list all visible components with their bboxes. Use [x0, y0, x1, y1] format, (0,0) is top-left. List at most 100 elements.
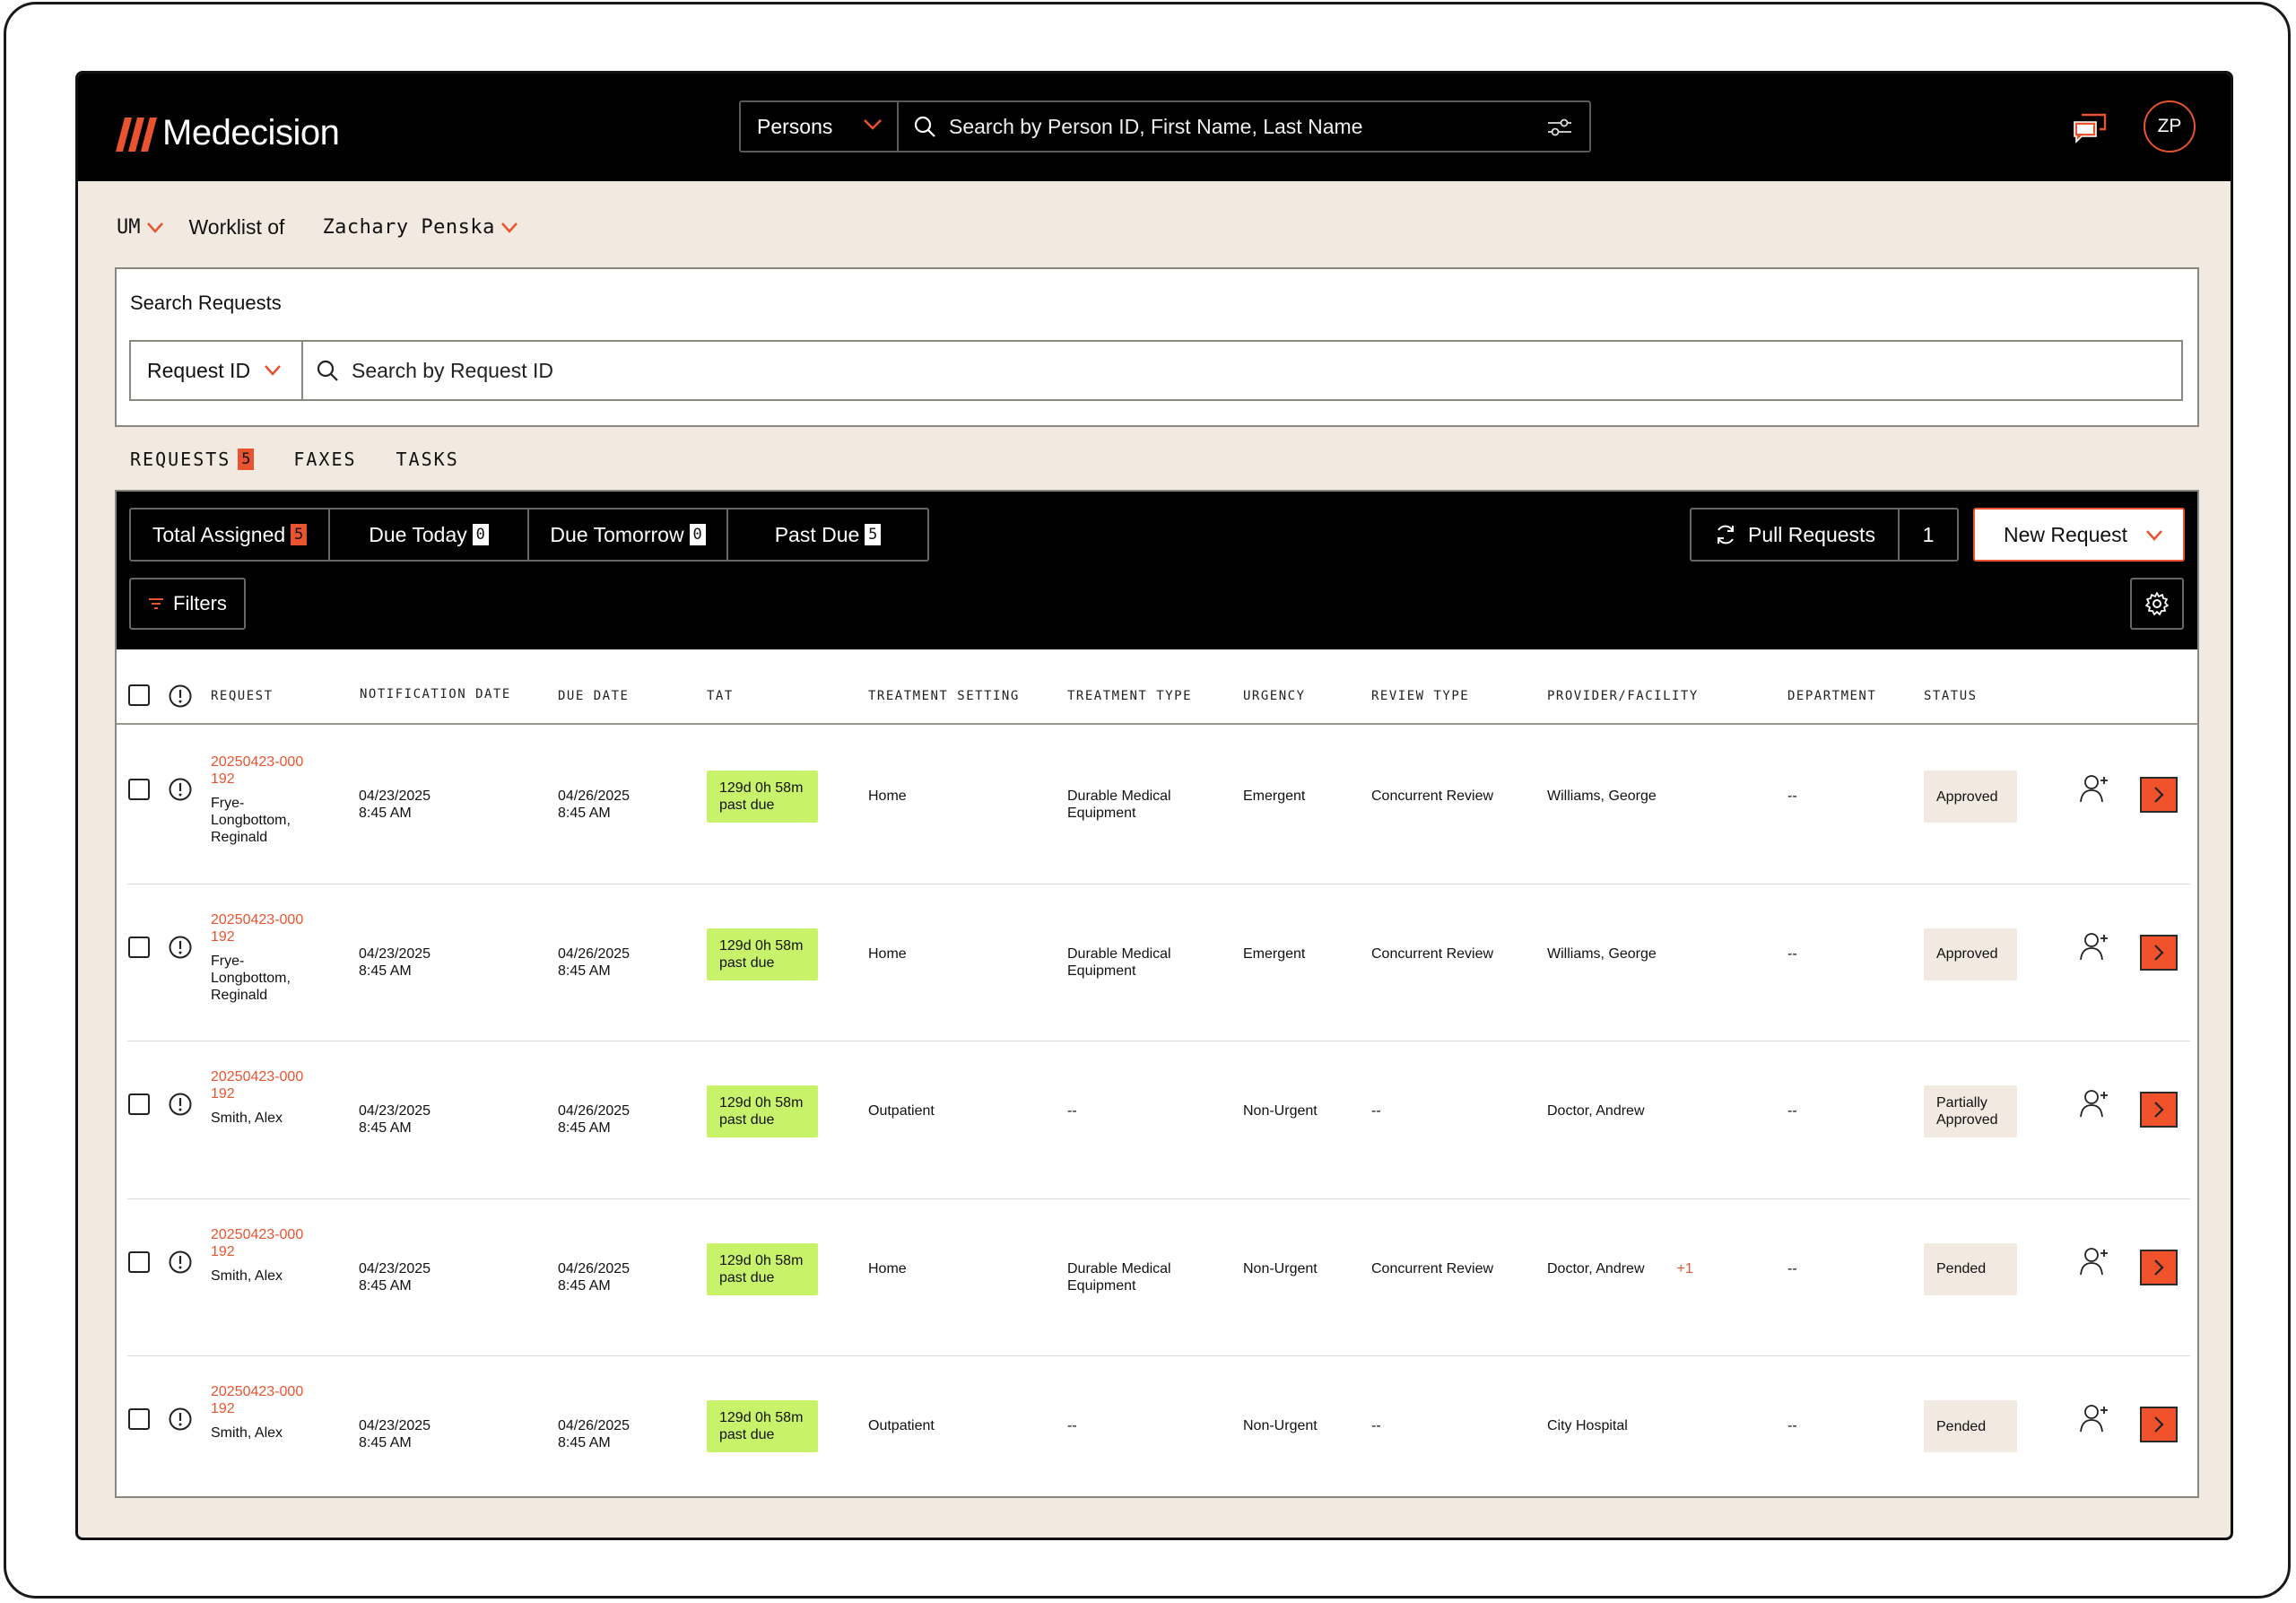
assign-user-button[interactable] — [2079, 1088, 2111, 1123]
column-header-request[interactable]: REQUEST — [211, 689, 274, 703]
member-name-line: Smith, Alex — [211, 1268, 283, 1284]
assign-user-button[interactable] — [2079, 1403, 2111, 1438]
member-name-line: Longbottom, — [211, 813, 291, 828]
filters-button[interactable]: Filters — [129, 578, 246, 630]
row-checkbox[interactable] — [128, 1250, 150, 1273]
notification-date: 04/23/2025 8:45 AM — [359, 1417, 430, 1451]
column-header-notification-date[interactable]: NOTIFICATION DATE — [360, 687, 511, 701]
tat-badge: 129d 0h 58m past due — [707, 928, 818, 980]
request-id-link[interactable]: 20250423-000 192 — [211, 1226, 303, 1260]
counter-label: Due Tomorrow — [550, 522, 684, 546]
column-header-department[interactable]: DEPARTMENT — [1787, 689, 1876, 703]
table-row[interactable]: 20250423-000 192 Smith, Alex 04/23/2025 8:… — [117, 1356, 2197, 1496]
request-id-part: 192 — [211, 1243, 235, 1259]
row-checkbox[interactable] — [128, 936, 150, 958]
column-header-tat[interactable]: TAT — [707, 689, 734, 703]
open-request-button[interactable] — [2140, 1092, 2178, 1128]
search-scope-select[interactable]: Persons — [741, 102, 899, 151]
messages-icon[interactable] — [2073, 113, 2107, 144]
provider-name: Williams, George — [1547, 945, 1657, 962]
status-line: Partially — [1936, 1095, 1987, 1111]
assign-user-button[interactable] — [2079, 773, 2111, 808]
module-select[interactable]: UM — [117, 216, 164, 239]
more-providers-link[interactable]: +1 — [1677, 1261, 1693, 1276]
tab-tasks[interactable]: TASKS — [396, 449, 459, 483]
pull-requests-button[interactable]: Pull Requests — [1692, 510, 1900, 560]
assign-user-button[interactable] — [2079, 1246, 2111, 1281]
chevron-down-icon — [146, 222, 163, 233]
search-requests-title: Search Requests — [130, 292, 282, 314]
column-header-urgency[interactable]: URGENCY — [1243, 689, 1306, 703]
tat-state: past due — [719, 1427, 775, 1442]
row-checkbox[interactable] — [128, 779, 150, 800]
open-request-button[interactable] — [2140, 777, 2178, 813]
treatment-type-line: Durable Medical — [1067, 945, 1171, 962]
member-name: Smith, Alex — [211, 1424, 283, 1442]
counter-due-tomorrow[interactable]: Due Tomorrow 0 — [529, 510, 728, 560]
column-header-provider-facility[interactable]: PROVIDER/FACILITY — [1547, 689, 1699, 703]
assign-user-icon — [2080, 775, 2108, 803]
table-row[interactable]: 20250423-000 192 Frye- Longbottom, Reginald… — [117, 727, 2197, 884]
request-id-link[interactable]: 20250423-000 192 — [211, 754, 303, 788]
request-id-link[interactable]: 20250423-000 192 — [211, 1068, 303, 1102]
date-line: 04/23/2025 — [359, 788, 431, 804]
select-all-checkbox[interactable] — [128, 684, 150, 706]
global-search: Persons Search by Person ID, First Name,… — [739, 100, 1591, 152]
column-header-due-date[interactable]: DUE DATE — [558, 689, 629, 703]
request-id-part: 20250423-000 — [211, 911, 304, 928]
department: -- — [1787, 1260, 1797, 1276]
tat-state: past due — [719, 1269, 775, 1285]
request-field-select[interactable]: Request ID — [131, 342, 303, 399]
settings-button[interactable] — [2130, 578, 2184, 630]
request-field-value: Request ID — [147, 358, 251, 382]
chevron-right-icon — [2154, 1102, 2164, 1118]
open-request-button[interactable] — [2140, 934, 2178, 971]
treatment-type: Durable Medical Equipment — [1067, 788, 1171, 822]
sliders-icon[interactable] — [1546, 116, 1573, 139]
column-header-review-type[interactable]: REVIEW TYPE — [1371, 689, 1469, 703]
review-type: Concurrent Review — [1371, 1260, 1494, 1276]
provider-facility: Doctor, Andrew +1 — [1547, 1260, 1693, 1277]
date-line: 04/26/2025 — [558, 1260, 631, 1276]
date-line: 04/23/2025 — [359, 1260, 431, 1276]
search-scope-value: Persons — [757, 114, 833, 138]
counter-past-due[interactable]: Past Due 5 — [728, 510, 927, 560]
treatment-type: Durable Medical Equipment — [1067, 945, 1171, 980]
open-request-button[interactable] — [2140, 1407, 2178, 1442]
table-row[interactable]: 20250423-000 192 Frye- Longbottom, Reginald… — [117, 884, 2197, 1041]
tab-faxes[interactable]: FAXES — [293, 449, 356, 483]
request-id-part: 192 — [211, 1401, 235, 1416]
tab-label: TASKS — [396, 449, 459, 470]
date-line: 04/26/2025 — [558, 1103, 631, 1119]
open-request-button[interactable] — [2140, 1249, 2178, 1285]
counter-due-today[interactable]: Due Today 0 — [330, 510, 529, 560]
row-checkbox[interactable] — [128, 1093, 150, 1115]
assign-user-button[interactable] — [2079, 931, 2111, 966]
time-line: 8:45 AM — [359, 1120, 412, 1136]
column-header-status[interactable]: STATUS — [1924, 689, 1978, 703]
worklist-user-select[interactable]: Zachary Penska — [322, 216, 517, 239]
pull-count-input[interactable]: 1 — [1900, 510, 1957, 560]
request-id-part: 20250423-000 — [211, 1384, 304, 1399]
row-checkbox[interactable] — [128, 1408, 150, 1430]
request-search-input[interactable]: Search by Request ID — [303, 359, 553, 383]
table-row[interactable]: 20250423-000 192 Smith, Alex 04/23/2025 8:… — [117, 1041, 2197, 1199]
column-header-treatment-setting[interactable]: TREATMENT SETTING — [868, 689, 1020, 703]
tab-requests[interactable]: REQUESTS 5 — [126, 449, 258, 493]
due-date: 04/26/2025 8:45 AM — [558, 1102, 630, 1137]
status-line: Pended — [1936, 1418, 1987, 1434]
requests-count-badge: 5 — [238, 449, 255, 470]
member-name: Frye- Longbottom, Reginald — [211, 953, 291, 1004]
brand-logo[interactable]: Medecision — [114, 113, 340, 153]
person-search-input[interactable]: Search by Person ID, First Name, Last Na… — [899, 102, 1589, 151]
request-id-link[interactable]: 20250423-000 192 — [211, 911, 303, 945]
user-avatar[interactable]: ZP — [2144, 100, 2196, 152]
treatment-type-line: -- — [1067, 1418, 1077, 1433]
department: -- — [1787, 945, 1797, 962]
request-id-link[interactable]: 20250423-000 192 — [211, 1383, 303, 1417]
counter-total-assigned[interactable]: Total Assigned 5 — [131, 510, 330, 560]
table-row[interactable]: 20250423-000 192 Smith, Alex 04/23/2025 8:… — [117, 1199, 2197, 1356]
new-request-button[interactable]: New Request — [1973, 508, 2185, 562]
column-header-treatment-type[interactable]: TREATMENT TYPE — [1067, 689, 1192, 703]
date-line: 04/26/2025 — [558, 945, 631, 962]
